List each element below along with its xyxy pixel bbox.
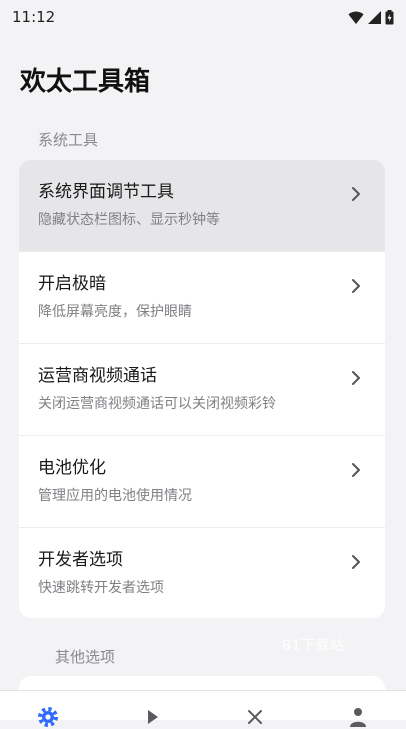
list-item-subtitle: 关闭运营商视频通话可以关闭视频彩铃 (38, 396, 276, 412)
status-time: 11:12 (12, 8, 56, 26)
status-icons (348, 9, 394, 25)
list-item-subtitle: 快速跳转开发者选项 (38, 580, 164, 596)
section-label-system-tools: 系统工具 (38, 131, 99, 149)
list-item-battery-optimization[interactable]: 电池优化 管理应用的电池使用情况 (19, 436, 385, 528)
list-item-title: 系统界面调节工具 (38, 182, 174, 202)
list-item-title: 电池优化 (38, 458, 106, 478)
chevron-right-icon (349, 184, 363, 204)
chevron-right-icon (349, 276, 363, 296)
nav-person-icon[interactable] (346, 705, 370, 727)
wifi-icon (348, 11, 364, 24)
list-item-subtitle: 隐藏状态栏图标、显示秒钟等 (38, 212, 220, 228)
list-item-title: 运营商视频通话 (38, 366, 157, 386)
chevron-right-icon (349, 460, 363, 480)
nav-play-icon[interactable] (140, 705, 164, 724)
list-item-title: 开发者选项 (38, 550, 123, 570)
list-item-carrier-video-call[interactable]: 运营商视频通话 关闭运营商视频通话可以关闭视频彩铃 (19, 344, 385, 436)
list-item-system-ui-tuner[interactable]: 系统界面调节工具 隐藏状态栏图标、显示秒钟等 (19, 160, 385, 252)
page-title: 欢太工具箱 (20, 67, 151, 97)
bottom-nav (0, 690, 406, 727)
list-item-title: 开启极暗 (38, 274, 106, 294)
list-item-extra-dim[interactable]: 开启极暗 降低屏幕亮度，保护眼睛 (19, 252, 385, 344)
battery-charging-icon (385, 9, 394, 25)
system-tools-card: 系统界面调节工具 隐藏状态栏图标、显示秒钟等 开启极暗 降低屏幕亮度，保护眼睛 … (19, 160, 385, 618)
nav-close-icon[interactable] (243, 705, 267, 724)
list-item-subtitle: 降低屏幕亮度，保护眼睛 (38, 304, 192, 320)
status-bar: 11:12 (0, 0, 406, 34)
list-item-subtitle: 管理应用的电池使用情况 (38, 488, 192, 504)
chevron-right-icon (349, 552, 363, 572)
chevron-right-icon (349, 368, 363, 388)
section-label-other-options: 其他选项 (55, 648, 116, 666)
cellular-signal-icon (368, 10, 381, 24)
nav-tools-gear-icon[interactable] (36, 705, 60, 727)
watermark-text: 81下载站 (282, 638, 345, 654)
list-item-developer-options[interactable]: 开发者选项 快速跳转开发者选项 (19, 528, 385, 618)
